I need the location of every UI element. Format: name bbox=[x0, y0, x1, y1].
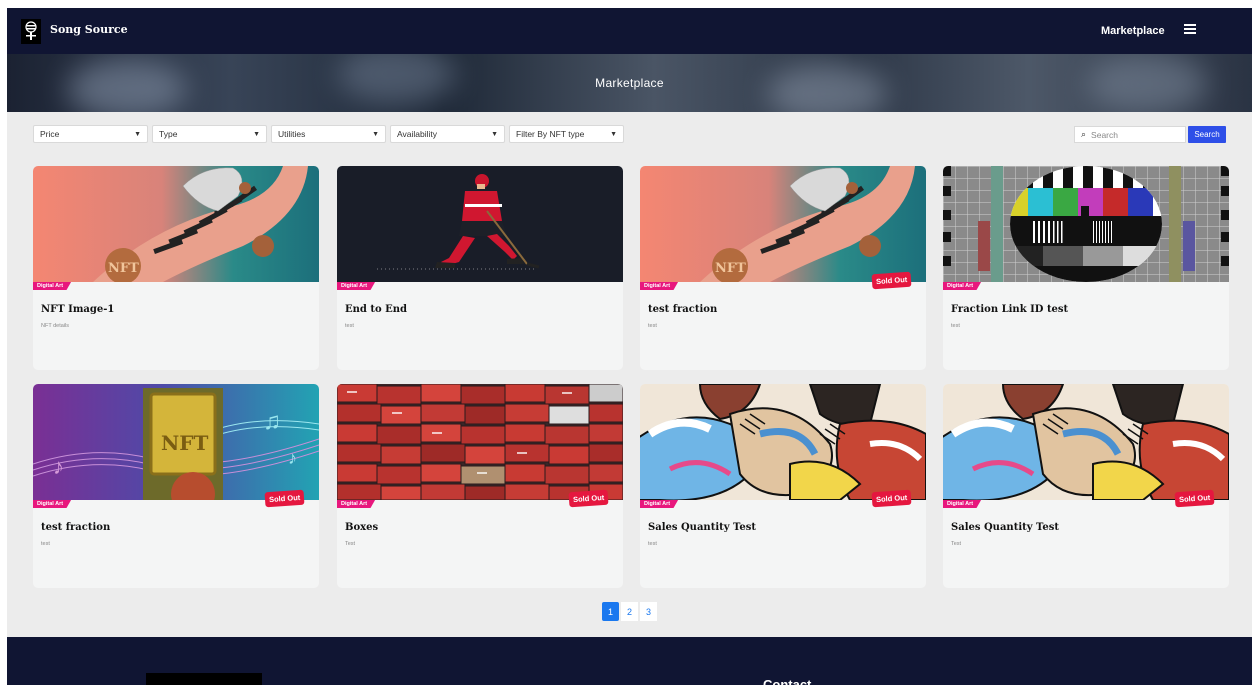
chevron-down-icon: ▼ bbox=[253, 130, 260, 138]
sold-out-badge: Sold Out bbox=[1174, 489, 1215, 508]
nft-card-description: test bbox=[345, 323, 354, 329]
chevron-down-icon: ▼ bbox=[134, 130, 141, 138]
svg-text:NFT: NFT bbox=[715, 261, 746, 276]
utilities-filter-select[interactable]: Utilities ▼ bbox=[271, 125, 386, 143]
app-frame: Song Source Marketplace Marketplace Pric… bbox=[7, 8, 1252, 685]
nft-card[interactable]: Digital Art Fraction Link ID test test bbox=[943, 166, 1229, 370]
nft-card-image: NFT bbox=[33, 166, 319, 282]
nft-card-image bbox=[337, 384, 623, 500]
nft-card[interactable]: Digital Art End to End test bbox=[337, 166, 623, 370]
nft-card-image bbox=[943, 166, 1229, 282]
type-filter-label: Type bbox=[159, 129, 178, 139]
nft-card-title[interactable]: test fraction bbox=[41, 522, 110, 533]
utilities-filter-label: Utilities bbox=[278, 129, 306, 139]
nft-card[interactable]: ♪ ♫ ♪ NFT Digital Art Sold Out test frac… bbox=[33, 384, 319, 588]
nft-card-title[interactable]: Boxes bbox=[345, 522, 378, 533]
pagination: 1 2 3 bbox=[602, 602, 657, 621]
nft-card-title[interactable]: Sales Quantity Test bbox=[951, 522, 1059, 533]
nft-card-image bbox=[640, 384, 926, 500]
category-badge: Digital Art bbox=[337, 500, 376, 508]
top-navbar: Song Source Marketplace bbox=[7, 8, 1252, 54]
sold-out-badge: Sold Out bbox=[264, 489, 305, 508]
nav-marketplace-link[interactable]: Marketplace bbox=[1101, 25, 1165, 37]
song-source-logo-icon[interactable] bbox=[21, 19, 41, 44]
nft-card-description: test bbox=[648, 541, 657, 547]
search-button[interactable]: Search bbox=[1188, 126, 1226, 143]
banner-title: Marketplace bbox=[595, 76, 664, 90]
nft-card-description: Test bbox=[951, 541, 962, 547]
nft-card[interactable]: Digital Art Sold Out Sales Quantity Test… bbox=[640, 384, 926, 588]
nft-card-title[interactable]: End to End bbox=[345, 304, 407, 315]
type-filter-select[interactable]: Type ▼ bbox=[152, 125, 267, 143]
availability-filter-select[interactable]: Availability ▼ bbox=[390, 125, 505, 143]
search-icon: ⌕ bbox=[1081, 129, 1087, 139]
nft-card-title[interactable]: Sales Quantity Test bbox=[648, 522, 756, 533]
category-badge: Digital Art bbox=[33, 282, 72, 290]
nft-card[interactable]: Digital Art Sold Out Boxes Test bbox=[337, 384, 623, 588]
nft-card-description: NFT details bbox=[41, 323, 70, 329]
chevron-down-icon: ▼ bbox=[610, 130, 617, 138]
availability-filter-label: Availability bbox=[397, 129, 438, 139]
svg-text:♫: ♫ bbox=[263, 408, 281, 435]
svg-text:NFT: NFT bbox=[161, 431, 208, 455]
hamburger-icon[interactable] bbox=[1184, 24, 1196, 34]
nft-type-filter-label: Filter By NFT type bbox=[516, 129, 585, 139]
nft-type-filter-select[interactable]: Filter By NFT type ▼ bbox=[509, 125, 624, 143]
svg-text:♪: ♪ bbox=[288, 448, 297, 468]
sold-out-badge: Sold Out bbox=[568, 489, 609, 508]
chevron-down-icon: ▼ bbox=[372, 130, 379, 138]
nft-card[interactable]: Digital Art Sold Out Sales Quantity Test… bbox=[943, 384, 1229, 588]
nft-card-image: NFT bbox=[640, 166, 926, 282]
price-filter-label: Price bbox=[40, 129, 60, 139]
footer-logo bbox=[146, 673, 262, 685]
sold-out-badge: Sold Out bbox=[871, 271, 912, 290]
svg-text:NFT: NFT bbox=[108, 261, 139, 276]
page-button-1[interactable]: 1 bbox=[602, 602, 619, 621]
category-badge: Digital Art bbox=[337, 282, 376, 290]
price-filter-select[interactable]: Price ▼ bbox=[33, 125, 148, 143]
nft-card-description: Test bbox=[345, 541, 356, 547]
category-badge: Digital Art bbox=[943, 500, 982, 508]
category-badge: Digital Art bbox=[640, 282, 679, 290]
nft-card-title[interactable]: test fraction bbox=[648, 304, 717, 315]
search-placeholder: Search bbox=[1091, 129, 1118, 140]
chevron-down-icon: ▼ bbox=[491, 130, 498, 138]
filter-bar: Price ▼ Type ▼ Utilities ▼ Availability … bbox=[33, 125, 624, 143]
nft-card-description: test bbox=[41, 541, 50, 547]
category-badge: Digital Art bbox=[943, 282, 982, 290]
sold-out-badge: Sold Out bbox=[871, 489, 912, 508]
nft-card-title[interactable]: Fraction Link ID test bbox=[951, 304, 1068, 315]
page-button-3[interactable]: 3 bbox=[640, 602, 657, 621]
footer-contact-heading: Contact bbox=[763, 677, 812, 685]
category-badge: Digital Art bbox=[33, 500, 72, 508]
nft-card-title[interactable]: NFT Image-1 bbox=[41, 304, 114, 315]
nft-card-image bbox=[337, 166, 623, 282]
footer: Contact bbox=[7, 637, 1252, 685]
nft-card-description: test bbox=[951, 323, 960, 329]
category-badge: Digital Art bbox=[640, 500, 679, 508]
nft-card-image: ♪ ♫ ♪ NFT bbox=[33, 384, 319, 500]
page-button-2[interactable]: 2 bbox=[621, 602, 638, 621]
svg-text:♪: ♪ bbox=[53, 454, 64, 479]
hero-banner: Marketplace bbox=[7, 54, 1252, 112]
nft-card-description: test bbox=[648, 323, 657, 329]
brand-name[interactable]: Song Source bbox=[50, 23, 128, 36]
search-input[interactable]: ⌕ Search bbox=[1074, 126, 1186, 143]
nft-card-image bbox=[943, 384, 1229, 500]
nft-card[interactable]: NFT Digital Art NFT Image-1 NFT details bbox=[33, 166, 319, 370]
nft-card[interactable]: NFT Digital Art Sold Out test fraction t… bbox=[640, 166, 926, 370]
